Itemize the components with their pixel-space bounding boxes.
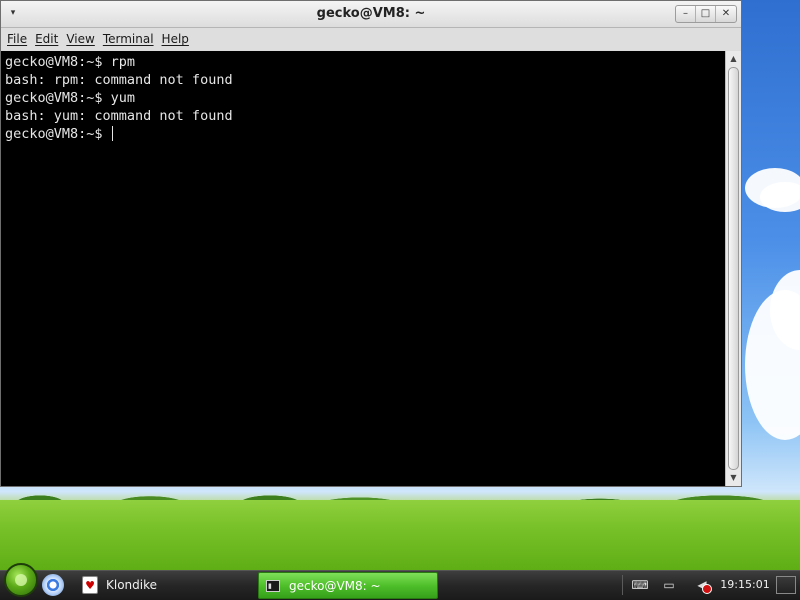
text-cursor (111, 126, 113, 141)
menu-help[interactable]: Help (162, 32, 189, 46)
terminal-prompt-line: gecko@VM8:~$ (5, 125, 113, 143)
menu-edit[interactable]: Edit (35, 32, 58, 46)
muted-badge-icon (702, 584, 712, 594)
grass-field (0, 500, 800, 570)
volume-icon[interactable]: ◀ (690, 576, 714, 594)
clock[interactable]: 19:15:01 (720, 571, 770, 599)
terminal-line-text: gecko@VM8:~$ yum (5, 90, 136, 106)
taskbar-item-label: gecko@VM8: ~ (289, 578, 381, 593)
window-titlebar[interactable]: ▾ gecko@VM8: ~ – □ ✕ (1, 1, 741, 28)
keyboard-icon[interactable]: ⌨ (630, 576, 650, 594)
terminal-line-text: bash: yum: command not found (5, 108, 233, 124)
menubar: File Edit View Terminal Help (1, 28, 741, 50)
tray-divider (622, 575, 623, 595)
minimize-button[interactable]: – (676, 6, 696, 22)
terminal-icon: ▮ (266, 579, 280, 592)
terminal-line: gecko@VM8:~$ yum (5, 89, 135, 107)
start-menu-button[interactable] (4, 563, 38, 597)
show-desktop-icon[interactable] (776, 576, 796, 594)
taskbar-item-terminal[interactable]: ▮ gecko@VM8: ~ (258, 572, 438, 599)
menu-file[interactable]: File (7, 32, 27, 46)
menu-view[interactable]: View (66, 32, 94, 46)
taskbar: ♥ Klondike ▮ gecko@VM8: ~ ⌨ ▭ ◀ 19:15:01 (0, 563, 800, 600)
scroll-up-arrow-icon[interactable]: ▲ (726, 52, 741, 66)
terminal-line: bash: yum: command not found (5, 107, 233, 125)
cloud (760, 182, 800, 212)
close-button[interactable]: ✕ (716, 6, 736, 22)
network-monitor-icon[interactable]: ▭ (659, 576, 679, 594)
taskbar-item-label: Klondike (106, 578, 158, 592)
terminal-line: bash: rpm: command not found (5, 71, 233, 89)
scroll-thumb[interactable] (728, 67, 739, 470)
maximize-button[interactable]: □ (696, 6, 716, 22)
terminal-line: gecko@VM8:~$ rpm (5, 53, 135, 71)
taskbar-item-klondike[interactable]: ♥ Klondike (76, 571, 246, 599)
terminal-output[interactable]: gecko@VM8:~$ rpm bash: rpm: command not … (1, 51, 725, 486)
terminal-window: ▾ gecko@VM8: ~ – □ ✕ File Edit View Term… (0, 0, 742, 487)
window-controls: – □ ✕ (675, 5, 737, 23)
browser-launcher-icon[interactable] (42, 574, 64, 596)
terminal-prompt: gecko@VM8:~$ (5, 126, 111, 142)
scroll-down-arrow-icon[interactable]: ▼ (726, 471, 741, 485)
vertical-scrollbar[interactable]: ▲ ▼ (725, 51, 741, 486)
terminal-line-text: bash: rpm: command not found (5, 72, 233, 88)
cards-icon: ♥ (82, 576, 98, 594)
terminal-line-text: gecko@VM8:~$ rpm (5, 54, 136, 70)
menu-terminal[interactable]: Terminal (103, 32, 154, 46)
window-title: gecko@VM8: ~ (316, 6, 426, 21)
